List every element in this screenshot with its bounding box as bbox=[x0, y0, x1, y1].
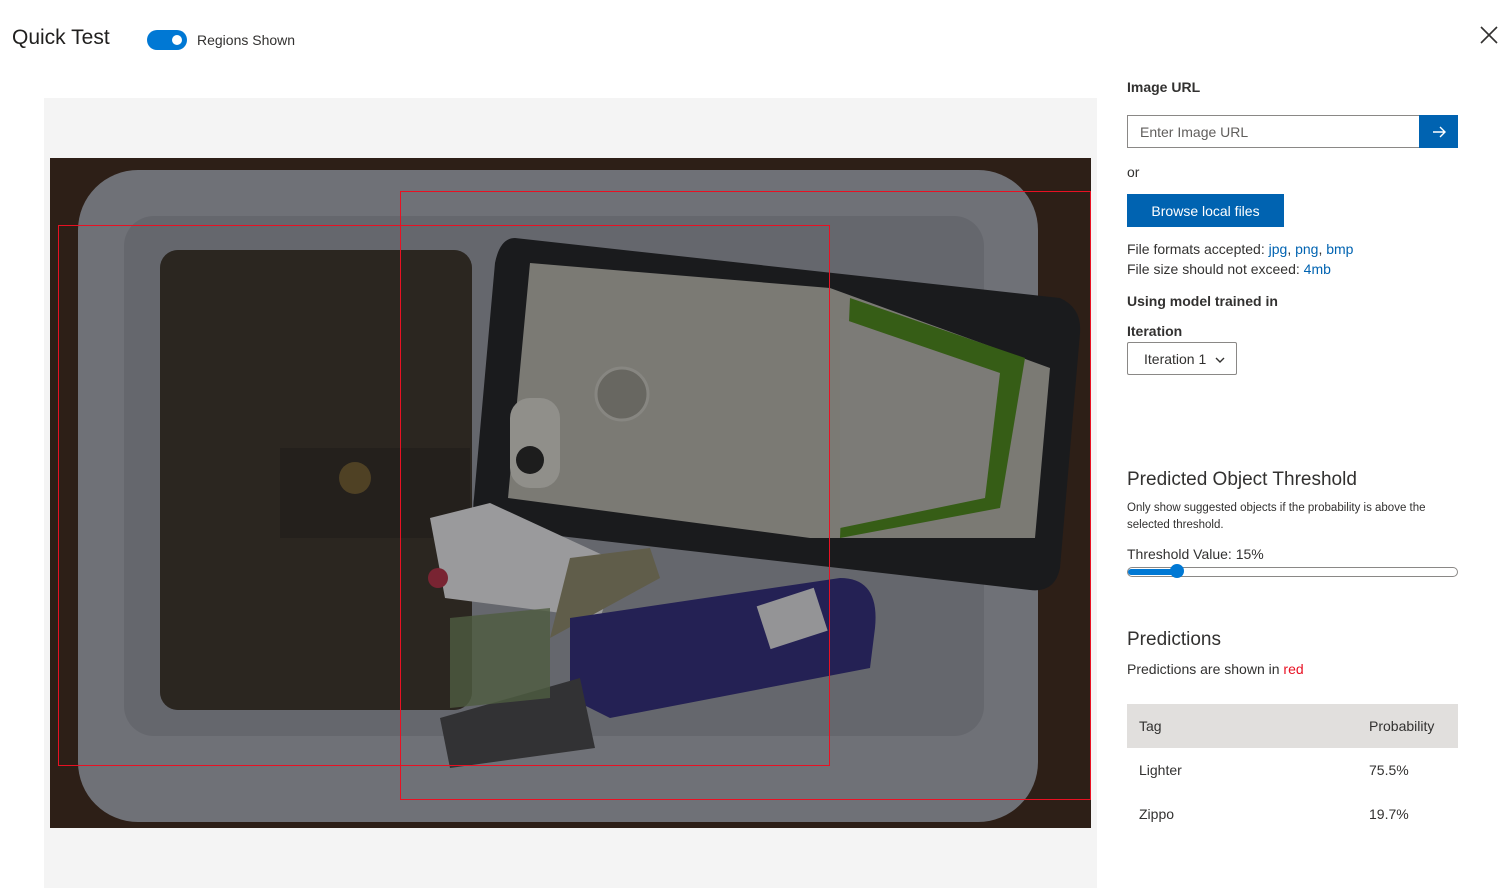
threshold-title: Predicted Object Threshold bbox=[1127, 469, 1357, 490]
submit-url-button[interactable] bbox=[1419, 115, 1458, 148]
row-probability: 75.5% bbox=[1369, 762, 1409, 778]
or-text: or bbox=[1127, 164, 1140, 180]
model-label: Using model trained in bbox=[1127, 293, 1278, 309]
browse-local-files-button[interactable]: Browse local files bbox=[1127, 194, 1284, 227]
close-button[interactable] bbox=[1478, 24, 1500, 46]
predictions-table: Tag Probability Lighter 75.5% Zippo 19.7… bbox=[1127, 704, 1458, 836]
chevron-down-icon bbox=[1215, 357, 1225, 363]
iteration-selected-value: Iteration 1 bbox=[1144, 350, 1207, 367]
close-icon bbox=[1480, 26, 1498, 44]
table-row[interactable]: Lighter 75.5% bbox=[1127, 748, 1458, 792]
file-size-prefix: File size should not exceed: bbox=[1127, 261, 1304, 277]
arrow-right-icon bbox=[1432, 126, 1446, 137]
table-row[interactable]: Zippo 19.7% bbox=[1127, 792, 1458, 836]
row-tag: Zippo bbox=[1139, 806, 1175, 822]
column-header-tag[interactable]: Tag bbox=[1127, 718, 1369, 734]
column-header-probability[interactable]: Probability bbox=[1369, 718, 1458, 734]
page-title: Quick Test bbox=[12, 26, 110, 49]
image-url-label: Image URL bbox=[1127, 79, 1201, 95]
regions-toggle-label: Regions Shown bbox=[197, 32, 296, 48]
threshold-slider-thumb[interactable] bbox=[1170, 564, 1184, 578]
table-header: Tag Probability bbox=[1127, 704, 1458, 748]
image-url-input[interactable] bbox=[1127, 115, 1419, 148]
image-preview-panel bbox=[44, 98, 1097, 888]
regions-toggle[interactable] bbox=[147, 30, 187, 50]
file-size-limit: 4mb bbox=[1303, 261, 1331, 277]
iteration-label: Iteration bbox=[1127, 323, 1183, 339]
iteration-dropdown[interactable]: Iteration 1 bbox=[1127, 342, 1237, 375]
format-link-png[interactable]: png bbox=[1295, 241, 1318, 257]
file-formats-prefix: File formats accepted: bbox=[1127, 241, 1269, 257]
toggle-knob bbox=[172, 35, 182, 45]
file-formats-info: File formats accepted: jpg, png, bmp bbox=[1127, 241, 1354, 257]
row-tag: Lighter bbox=[1139, 762, 1182, 778]
threshold-slider[interactable] bbox=[1127, 564, 1458, 578]
prediction-region-zippo bbox=[400, 191, 1091, 800]
predictions-note-prefix: Predictions are shown in bbox=[1127, 661, 1284, 677]
predictions-note: Predictions are shown in red bbox=[1127, 661, 1304, 677]
test-image bbox=[50, 158, 1091, 828]
row-probability: 19.7% bbox=[1369, 806, 1409, 822]
format-link-bmp[interactable]: bmp bbox=[1326, 241, 1353, 257]
format-link-jpg[interactable]: jpg bbox=[1269, 241, 1288, 257]
file-size-info: File size should not exceed: 4mb bbox=[1127, 261, 1331, 277]
predictions-title: Predictions bbox=[1127, 629, 1221, 650]
predictions-color-word: red bbox=[1283, 661, 1304, 677]
threshold-description: Only show suggested objects if the proba… bbox=[1127, 502, 1426, 531]
threshold-value-label: Threshold Value: 15% bbox=[1127, 546, 1264, 562]
